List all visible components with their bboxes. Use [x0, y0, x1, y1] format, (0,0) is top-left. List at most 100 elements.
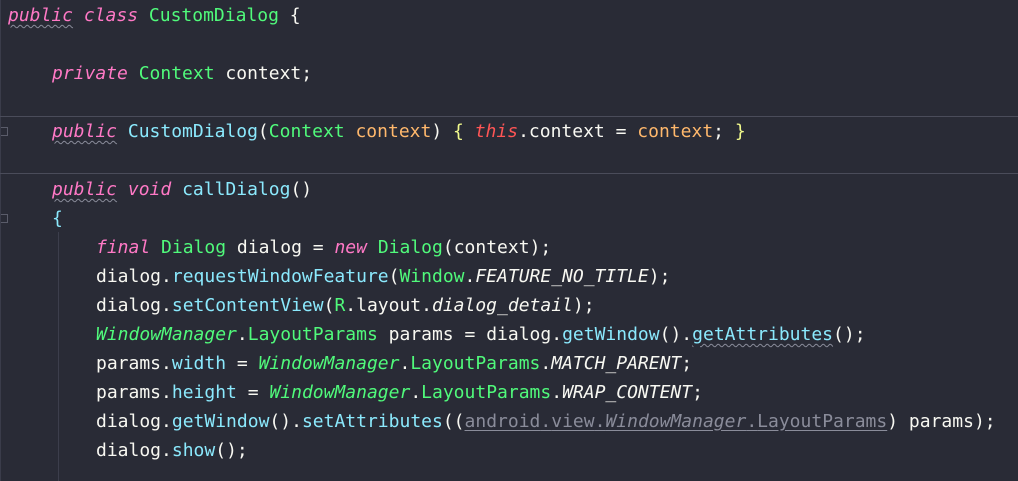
- paren: );: [973, 411, 996, 432]
- code-line-2[interactable]: private Context context;: [52, 59, 312, 88]
- constant: dialog_detail: [432, 295, 573, 316]
- dot: .: [421, 295, 432, 316]
- code-line-3[interactable]: public CustomDialog(Context context) { t…: [52, 117, 746, 146]
- class-ref: LayoutParams: [421, 382, 552, 403]
- method-call: setContentView: [171, 295, 324, 316]
- paren: (): [269, 411, 292, 432]
- arg: context: [453, 237, 530, 258]
- code-line-1[interactable]: public class CustomDialog {: [8, 1, 301, 30]
- code-line-12[interactable]: dialog.getWindow().setAttributes((androi…: [96, 407, 996, 436]
- paren: ();: [215, 440, 248, 461]
- keyword-public: public: [52, 121, 118, 142]
- keyword-public: public: [8, 5, 74, 26]
- method-call: requestWindowFeature: [171, 266, 389, 287]
- package-ref: WindowManager: [605, 411, 747, 432]
- paren: ): [887, 411, 899, 432]
- field-type: Context: [138, 63, 215, 84]
- keyword-class: class: [83, 5, 139, 26]
- class-ref: LayoutParams: [247, 324, 378, 345]
- var-name: dialog: [236, 237, 302, 258]
- constructor-name: CustomDialog: [127, 121, 258, 142]
- class-name: CustomDialog: [148, 5, 279, 26]
- paren: ();: [833, 324, 866, 345]
- class-ref: R: [334, 295, 346, 316]
- param-name: context: [355, 121, 432, 142]
- class-ref: WindowManager: [269, 382, 411, 403]
- dot: .: [161, 295, 172, 316]
- object-ref: dialog: [96, 440, 162, 461]
- class-ref: WindowManager: [96, 324, 237, 345]
- code-editor[interactable]: public class CustomDialog { private Cont…: [0, 0, 1018, 481]
- object-ref: dialog: [96, 295, 162, 316]
- open-brace: {: [52, 208, 63, 229]
- code-line-13[interactable]: dialog.show();: [96, 436, 248, 465]
- brace: }: [734, 121, 746, 142]
- paren: ((: [442, 411, 465, 432]
- keyword-this: this: [474, 121, 519, 142]
- paren: (: [442, 237, 454, 258]
- method-call: getAttributes: [692, 324, 834, 345]
- operator: =: [464, 324, 476, 345]
- var-type: Dialog: [161, 237, 227, 258]
- open-brace: {: [289, 5, 301, 26]
- dot: .: [345, 295, 357, 316]
- semicolon: ;: [713, 121, 724, 142]
- constant: MATCH_PARENT: [551, 353, 682, 374]
- object-ref: dialog: [96, 266, 162, 287]
- method-call: getWindow: [562, 324, 660, 345]
- keyword-public: public: [52, 179, 118, 200]
- method-separator: [0, 173, 1018, 174]
- keyword-private: private: [52, 63, 128, 84]
- operator: =: [236, 353, 248, 374]
- fold-marker-icon[interactable]: [1, 127, 8, 136]
- dot: .: [161, 353, 172, 374]
- object-ref: params: [96, 353, 162, 374]
- dot: .: [464, 266, 476, 287]
- dot: .: [161, 266, 172, 287]
- paren: (: [257, 121, 269, 142]
- field-ref: width: [171, 353, 227, 374]
- class-ref: LayoutParams: [410, 353, 541, 374]
- paren: );: [572, 295, 595, 316]
- field-name: context: [225, 63, 302, 84]
- method-call: show: [171, 440, 216, 461]
- code-line-6[interactable]: final Dialog dialog = new Dialog(context…: [96, 233, 551, 262]
- code-line-11[interactable]: params.height = WindowManager.LayoutPara…: [96, 378, 703, 407]
- dot: .: [399, 353, 411, 374]
- package-ref: LayoutParams: [757, 411, 888, 432]
- operator: =: [247, 382, 259, 403]
- paren: );: [529, 237, 552, 258]
- dot: .: [236, 324, 248, 345]
- code-line-7[interactable]: dialog.requestWindowFeature(Window.FEATU…: [96, 262, 670, 291]
- paren: ): [431, 121, 443, 142]
- method-call: getWindow: [171, 411, 270, 432]
- dot: .: [746, 411, 758, 432]
- field-ref: context: [528, 121, 605, 142]
- fold-marker-icon[interactable]: [1, 214, 8, 223]
- semicolon: ;: [681, 353, 693, 374]
- semicolon: ;: [692, 382, 703, 403]
- arg: params: [908, 411, 974, 432]
- field-ref: layout: [356, 295, 422, 316]
- code-line-8[interactable]: dialog.setContentView(R.layout.dialog_de…: [96, 291, 595, 320]
- dot: .: [594, 411, 606, 432]
- constant: WRAP_CONTENT: [562, 382, 693, 403]
- paren: (: [323, 295, 335, 316]
- dot: .: [291, 411, 302, 432]
- editor-gutter-border: [0, 0, 1, 481]
- method-call: setAttributes: [301, 411, 443, 432]
- code-line-9[interactable]: WindowManager.LayoutParams params = dial…: [96, 320, 866, 349]
- class-ref: Window: [399, 266, 465, 287]
- code-line-5[interactable]: {: [52, 204, 63, 233]
- code-line-10[interactable]: params.width = WindowManager.LayoutParam…: [96, 349, 692, 378]
- code-line-4[interactable]: public void callDialog(): [52, 175, 312, 204]
- paren: (): [659, 324, 682, 345]
- ctor-name: Dialog: [377, 237, 443, 258]
- package-ref: android: [464, 411, 541, 432]
- param-ref: context: [637, 121, 714, 142]
- dot: .: [161, 440, 172, 461]
- dot: .: [681, 324, 693, 345]
- dot: .: [161, 411, 172, 432]
- object-ref: dialog: [486, 324, 552, 345]
- dot: .: [161, 382, 172, 403]
